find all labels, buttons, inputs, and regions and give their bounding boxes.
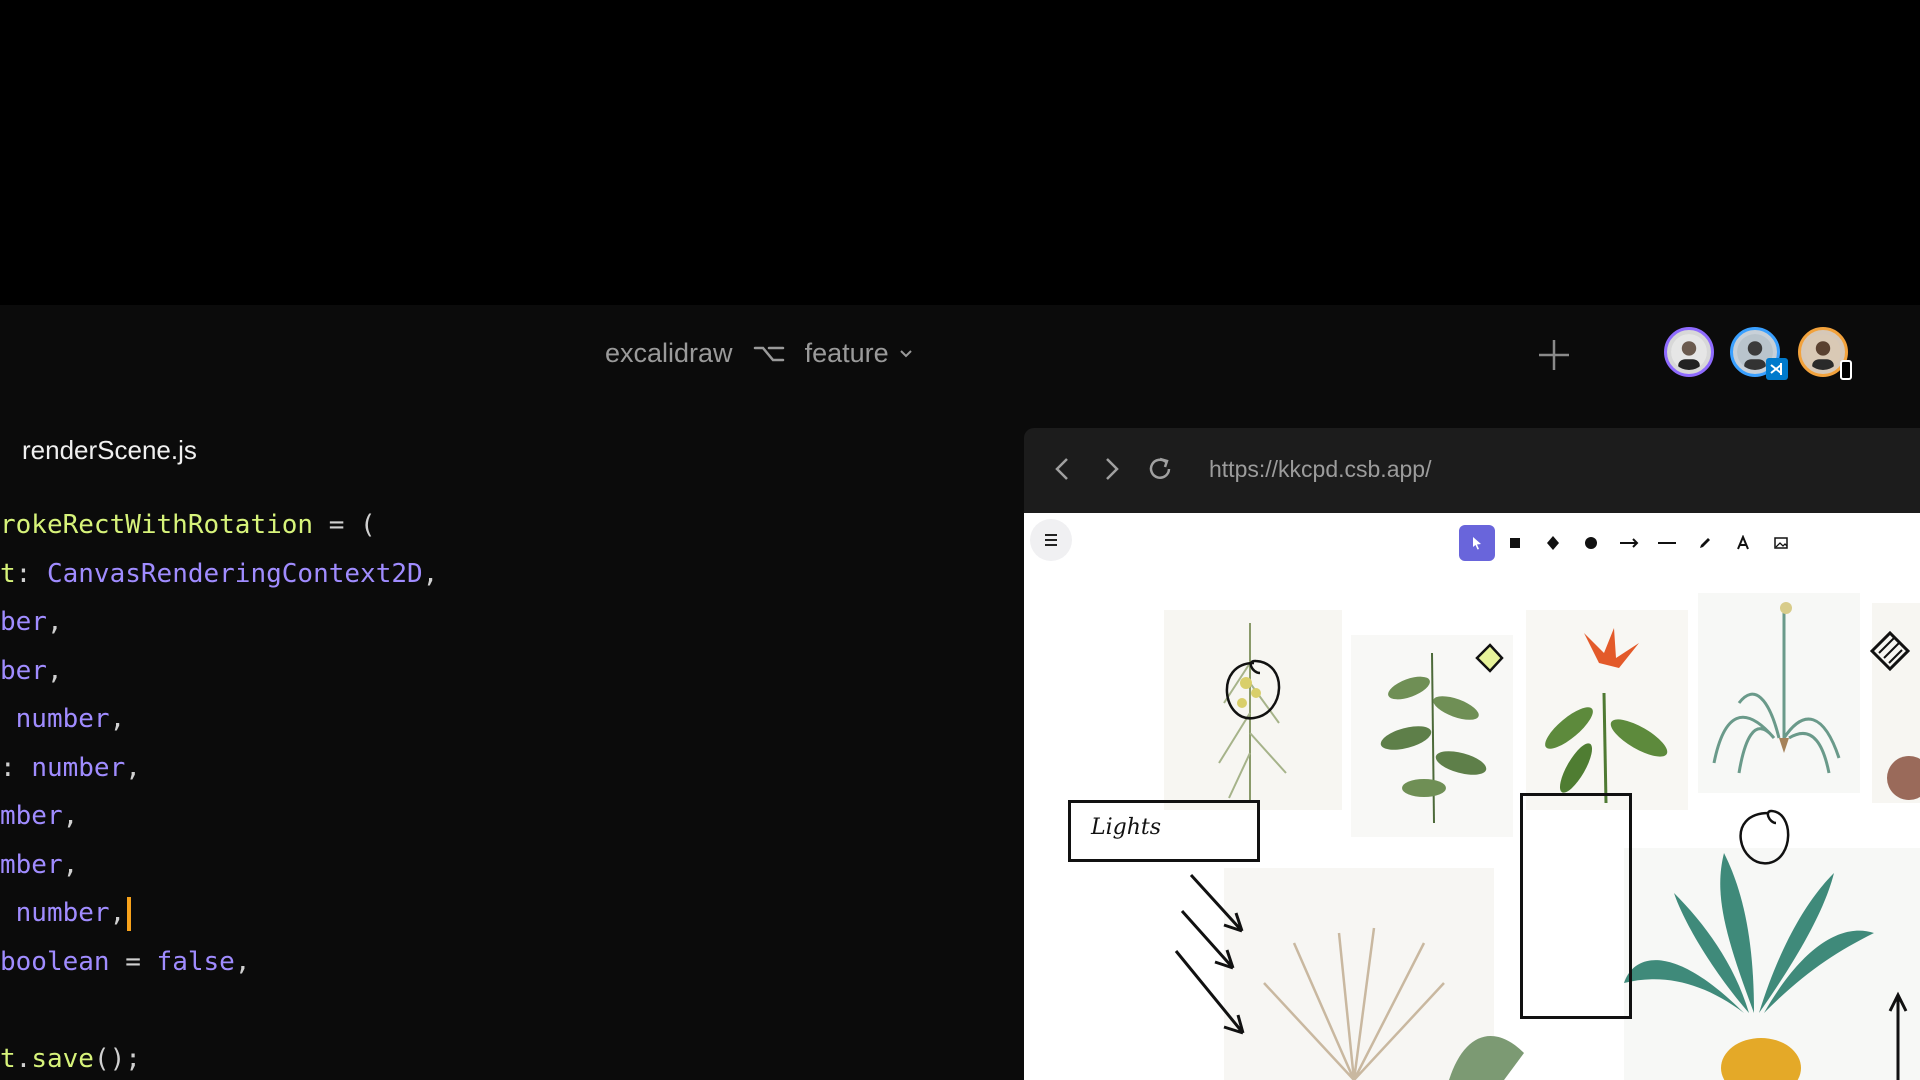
chevron-down-icon [899,349,912,357]
code-token: ber [0,607,47,637]
person-icon [1671,334,1707,370]
code-token: boolean [0,946,110,977]
code-line[interactable]: rokeRectWithRotation = ( [0,501,438,550]
file-tab[interactable]: renderScene.js [22,435,197,466]
code-token: ber [0,655,47,686]
code-token: = [109,946,157,977]
code-token: , [109,898,126,928]
branch-name: feature [804,338,889,368]
back-icon[interactable] [1048,454,1078,484]
code-line[interactable]: ber, [0,598,438,647]
vscode-icon [1766,358,1788,380]
person-icon [1805,334,1841,370]
code-line[interactable]: t: CanvasRenderingContext2D, [0,550,438,599]
code-token: mber [0,849,63,880]
rectangle-shape[interactable] [1520,793,1632,1019]
code-token: rokeRectWithRotation [0,510,314,540]
code-line[interactable]: : number, [0,744,438,793]
code-token: , [46,607,63,637]
browser-preview: https://kkcpd.csb.app/ Lights [1024,428,1920,1080]
code-token: , [109,704,126,734]
code-line[interactable]: number, [0,889,438,938]
code-line[interactable]: ber, [0,647,438,696]
code-token: , [62,849,79,880]
code-token: false [156,946,235,977]
text-box[interactable]: Lights [1068,800,1260,862]
code-token: . [15,1043,32,1074]
code-token: , [422,558,439,589]
code-line[interactable]: mber, [0,841,438,890]
code-token: , [62,801,79,831]
forward-icon[interactable] [1096,454,1126,484]
branch-icon [753,346,784,361]
repo-branch-bar: excalidraw feature [605,338,913,369]
code-token: number [15,704,110,734]
code-token: , [46,655,63,686]
code-editor[interactable]: rokeRectWithRotation = (t: CanvasRenderi… [0,501,438,1080]
plus-icon[interactable] [1536,337,1572,373]
code-token: number [15,898,110,928]
mobile-device-icon [1840,360,1852,380]
url-bar[interactable]: https://kkcpd.csb.app/ [1209,456,1431,483]
repo-name[interactable]: excalidraw [605,338,733,369]
canvas-drawing [1164,593,1920,1080]
code-line[interactable]: boolean = false, [0,938,438,987]
code-token: , [234,946,251,977]
code-token: : [0,752,32,783]
code-token: CanvasRenderingContext2D [46,558,423,589]
text-cursor [127,896,132,931]
code-line[interactable]: number, [0,695,438,744]
code-token: = ( [313,510,376,540]
code-line[interactable] [0,986,438,1035]
reload-icon[interactable] [1145,454,1175,484]
branch-selector[interactable]: feature [805,338,913,369]
code-line[interactable]: t.save(); [0,1035,438,1080]
code-token: , [125,752,141,783]
code-token: t [0,1043,16,1074]
code-token: save [31,1043,94,1074]
excalidraw-canvas[interactable]: Lights [1024,513,1920,1080]
code-token: : [15,558,47,589]
editor-app: excalidraw feature renderScene.js rokeRe… [0,305,1920,1080]
plant-image [1698,593,1860,793]
lights-label: Lights [1091,815,1162,840]
code-token: number [31,752,126,783]
code-token: (); [93,1043,141,1074]
plant-image [1164,610,1342,810]
code-token: t [0,558,16,589]
avatar[interactable] [1664,327,1714,377]
code-line[interactable]: mber, [0,792,438,841]
code-token: mber [0,801,63,831]
